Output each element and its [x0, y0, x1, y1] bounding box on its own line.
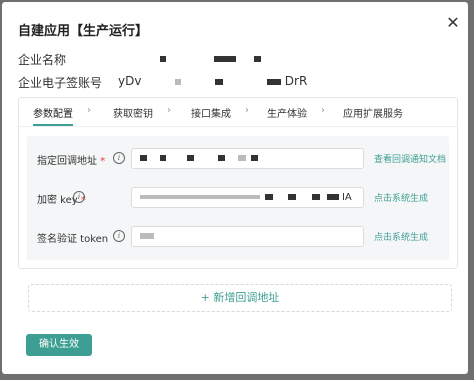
chevron-right-icon: ›	[245, 105, 249, 116]
token-row: 签名验证 token i 点击系统生成	[27, 226, 449, 248]
redacted-text	[253, 55, 261, 62]
callback-label: 指定回调地址 *	[37, 156, 106, 167]
redacted-text	[160, 55, 166, 62]
tab-extension-services[interactable]: 应用扩展服务	[343, 105, 403, 120]
tab-params[interactable]: 参数配置	[33, 105, 73, 120]
redacted-text	[266, 78, 281, 85]
account-row: 企业电子签账号 yDv DrR	[18, 74, 307, 91]
tab-production-trial[interactable]: 生产体验	[267, 105, 307, 120]
close-icon[interactable]: ✕	[444, 14, 462, 32]
tab-get-key[interactable]: 获取密钥	[113, 105, 153, 120]
redacted-text	[175, 78, 182, 85]
chevron-right-icon: ›	[321, 105, 325, 116]
account-label: 企业电子签账号	[18, 76, 103, 90]
redacted-text	[215, 78, 224, 85]
callback-url-input[interactable]	[131, 148, 364, 169]
step-tabs: 参数配置 › 获取密钥 › 接口集成 › 生产体验 › 应用扩展服务	[19, 98, 457, 127]
callback-row: 指定回调地址 * i 查看回调通知文档	[27, 148, 449, 170]
company-name-value	[118, 51, 261, 65]
confirm-button[interactable]: 确认生效	[26, 334, 92, 356]
modal-title: 自建应用【生产运行】	[18, 24, 149, 39]
tab-api-integration[interactable]: 接口集成	[191, 105, 231, 120]
info-icon[interactable]: i	[73, 191, 85, 203]
view-callback-doc-link[interactable]: 查看回调通知文档	[374, 152, 446, 165]
plus-icon: +	[200, 291, 210, 304]
chevron-right-icon: ›	[167, 105, 171, 116]
generate-key-link[interactable]: 点击系统生成	[374, 191, 428, 204]
account-value: yDv DrR	[118, 74, 308, 88]
chevron-right-icon: ›	[87, 105, 91, 116]
company-name-label: 企业名称	[18, 53, 67, 67]
token-label: 签名验证 token	[37, 234, 109, 245]
add-callback-label: 新增回调地址	[213, 291, 280, 304]
encrypt-key-input[interactable]: IA	[131, 187, 364, 208]
add-callback-button[interactable]: + 新增回调地址	[28, 284, 452, 312]
signature-token-input[interactable]	[131, 226, 364, 247]
generate-token-link[interactable]: 点击系统生成	[374, 230, 428, 243]
info-icon[interactable]: i	[113, 230, 125, 242]
encrypt-key-row: 加密 key * i IA 点击系统生成	[27, 187, 449, 209]
config-panel: 参数配置 › 获取密钥 › 接口集成 › 生产体验 › 应用扩展服务 指定回调地…	[18, 97, 458, 269]
params-form: 指定回调地址 * i 查看回调通知文档 加密 key * i IA 点击系统生成…	[27, 136, 449, 260]
active-tab-indicator	[33, 124, 73, 126]
company-name-row: 企业名称	[18, 51, 261, 68]
redacted-text	[213, 55, 236, 62]
info-icon[interactable]: i	[113, 152, 125, 164]
app-config-modal: 自建应用【生产运行】 ✕ 企业名称 企业电子签账号 yDv DrR 参数配置 ›…	[2, 2, 468, 374]
